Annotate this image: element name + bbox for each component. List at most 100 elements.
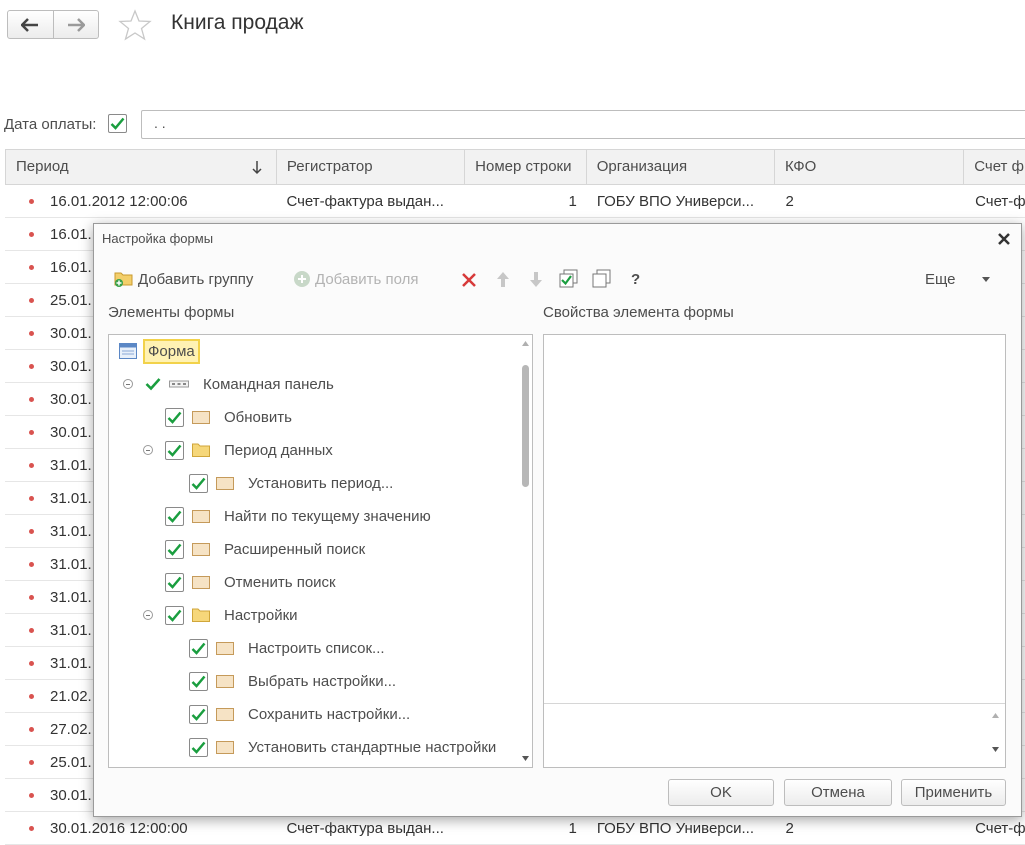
apply-button[interactable]: Применить: [901, 779, 1006, 806]
back-button[interactable]: [8, 11, 53, 38]
tree-item-checkbox[interactable]: [189, 638, 208, 658]
delete-icon[interactable]: [461, 272, 477, 288]
cell-period: 25.01.: [50, 291, 92, 309]
forward-button[interactable]: [52, 11, 99, 38]
tree-item-label: Отменить поиск: [224, 573, 336, 591]
payment-date-label: Дата оплаты:: [4, 116, 97, 133]
folder-add-icon: [114, 272, 133, 287]
cell-registrar: Счет-фактура выдан...: [286, 819, 444, 837]
tree-item-checkbox[interactable]: [165, 407, 184, 427]
scrollbar-thumb[interactable]: [522, 365, 529, 487]
arrow-right-icon: [67, 17, 85, 32]
tree-item-label: Командная панель: [203, 375, 334, 393]
move-down-icon[interactable]: [529, 271, 543, 288]
tree-item[interactable]: Обновить: [165, 404, 292, 430]
row-status-dot: [29, 627, 34, 633]
scroll-up-icon[interactable]: [992, 713, 999, 718]
row-status-dot: [29, 759, 34, 765]
close-icon[interactable]: [995, 230, 1013, 248]
checkmark-icon[interactable]: [145, 377, 161, 391]
cell-period: 30.01.: [50, 357, 92, 375]
checkmark-icon: [167, 510, 182, 523]
cell-period: 30.01.: [50, 423, 92, 441]
tree-item-label: Форма: [143, 338, 200, 364]
cell-period: 31.01.: [50, 654, 92, 672]
cell-kfo: 2: [785, 192, 794, 210]
tree-item-label: Установить стандартные настройки: [248, 738, 497, 756]
column-header-kfo[interactable]: КФО: [775, 150, 965, 184]
cell-period: 31.01.: [50, 456, 92, 474]
tree-item-checkbox[interactable]: [189, 704, 208, 724]
tree-item-label: Настройки: [224, 606, 298, 624]
cell-invoice: Счет-ф: [975, 819, 1025, 837]
form-settings-dialog: Настройка формы Добавить группу Добавить…: [93, 223, 1022, 817]
collapse-toggle-icon[interactable]: [123, 379, 133, 389]
page-title: Книга продаж: [171, 11, 304, 34]
tree-item-checkbox[interactable]: [165, 440, 184, 460]
column-header-period[interactable]: Период: [6, 150, 277, 184]
checkmark-icon: [191, 477, 206, 490]
check-all-icon[interactable]: [559, 269, 579, 289]
row-status-dot: [29, 462, 34, 468]
form-icon: [119, 343, 137, 359]
tree-item-checkbox[interactable]: [189, 671, 208, 691]
tree-item[interactable]: Установить период...: [189, 470, 393, 496]
cell-period: 21.02.: [50, 687, 92, 705]
element-properties-panel[interactable]: [543, 334, 1006, 768]
collapse-toggle-icon[interactable]: [143, 610, 153, 620]
tree-item[interactable]: Настройки: [143, 602, 298, 628]
column-header-line-number[interactable]: Номер строки: [465, 150, 587, 184]
tree-item[interactable]: Выбрать настройки...: [189, 668, 396, 694]
button-element-icon: [216, 641, 234, 655]
tree-item-checkbox[interactable]: [165, 572, 184, 592]
row-status-dot: [29, 264, 34, 270]
properties-divider: [544, 703, 1005, 704]
tree-item[interactable]: Форма: [119, 338, 200, 364]
tree-item-checkbox[interactable]: [165, 506, 184, 526]
tree-item[interactable]: Найти по текущему значению: [165, 503, 431, 529]
tree-item-checkbox[interactable]: [189, 473, 208, 493]
row-status-dot: [29, 363, 34, 369]
add-group-button[interactable]: Добавить группу: [114, 266, 253, 292]
favorite-star-icon[interactable]: [118, 8, 152, 42]
column-header-invoice[interactable]: Счет ф: [964, 150, 1025, 184]
row-status-dot: [29, 594, 34, 600]
tree-item[interactable]: Командная панель: [119, 371, 334, 397]
row-status-dot: [29, 495, 34, 501]
tree-item[interactable]: Расширенный поиск: [165, 536, 365, 562]
collapse-toggle-icon[interactable]: [143, 445, 153, 455]
payment-date-checkbox[interactable]: [108, 114, 127, 133]
column-header-organization[interactable]: Организация: [587, 150, 775, 184]
nav-buttons: [7, 10, 99, 39]
tree-item[interactable]: Отменить поиск: [165, 569, 336, 595]
move-up-icon[interactable]: [496, 271, 510, 288]
add-fields-button[interactable]: Добавить поля: [293, 266, 418, 292]
tree-item[interactable]: Период данных: [143, 437, 333, 463]
dialog-title: Настройка формы: [102, 231, 214, 246]
cell-period: 16.01.: [50, 258, 92, 276]
cell-organization: ГОБУ ВПО Универси...: [596, 192, 755, 210]
form-elements-tree[interactable]: Форма Командная панель Обновить Период данн…: [108, 334, 533, 768]
help-button[interactable]: ?: [631, 266, 640, 292]
tree-scrollbar[interactable]: [521, 341, 530, 761]
row-status-dot: [29, 693, 34, 699]
tree-item-label: Настроить список...: [248, 639, 385, 657]
scroll-down-icon[interactable]: [992, 747, 999, 752]
tree-item[interactable]: Сохранить настройки...: [189, 701, 410, 727]
tree-item[interactable]: Настроить список...: [189, 635, 385, 661]
command-panel-icon: [169, 380, 189, 388]
cell-period: 16.01.2012 12:00:06: [50, 192, 188, 210]
tree-item-checkbox[interactable]: [189, 737, 208, 757]
element-properties-header: Свойства элемента формы: [543, 304, 734, 321]
payment-date-input[interactable]: . .: [141, 110, 1025, 139]
ok-button[interactable]: OK: [668, 779, 774, 806]
uncheck-all-icon[interactable]: [592, 269, 612, 289]
arrow-left-icon: [21, 17, 39, 32]
tree-item[interactable]: Установить стандартные настройки: [189, 734, 496, 760]
tree-item-checkbox[interactable]: [165, 605, 184, 625]
column-header-registrar[interactable]: Регистратор: [277, 150, 466, 184]
cancel-button[interactable]: Отмена: [784, 779, 892, 806]
table-row[interactable]: 16.01.2012 12:00:06 Счет-фактура выдан...…: [5, 185, 1025, 218]
tree-item-checkbox[interactable]: [165, 539, 184, 559]
more-menu-button[interactable]: Еще: [925, 266, 990, 292]
